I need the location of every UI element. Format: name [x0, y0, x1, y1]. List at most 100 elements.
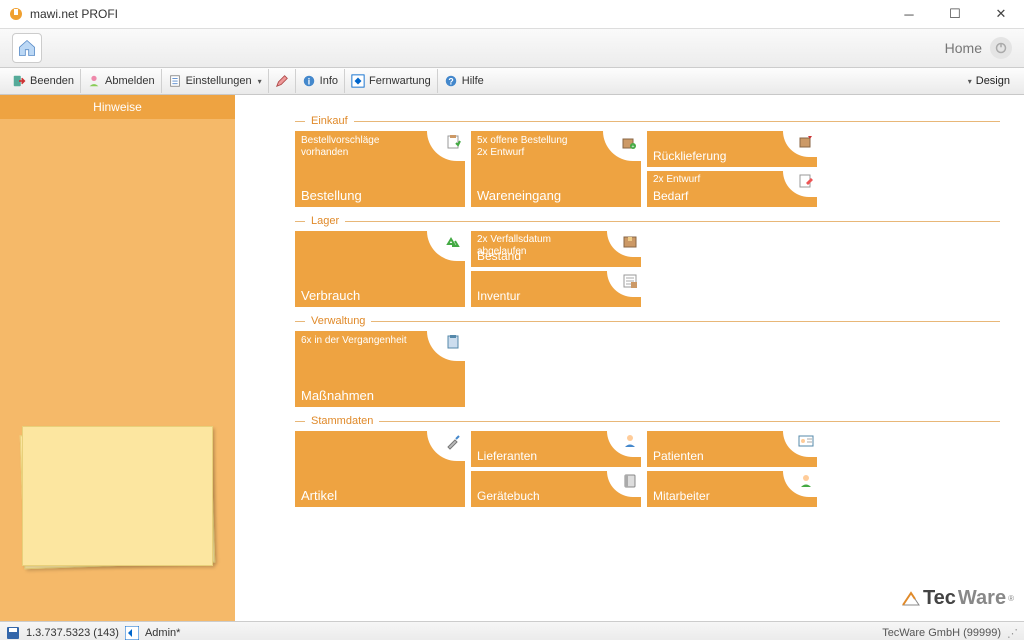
tecware-logo: TecWare®	[901, 587, 1014, 610]
toolbar: Beenden Abmelden Einstellungen ▾ i Info …	[0, 68, 1024, 95]
exit-icon	[12, 74, 26, 88]
tile-verbrauch[interactable]: Verbrauch	[295, 231, 465, 307]
tile-ruecklieferung[interactable]: Rücklieferung	[647, 131, 817, 167]
app-icon	[8, 6, 24, 22]
box-in-icon: +	[621, 134, 637, 150]
section-verwaltung: Verwaltung	[295, 315, 1000, 327]
tile-massnahmen-note: 6x in der Vergangenheit	[301, 335, 427, 347]
section-lager-label: Lager	[311, 215, 339, 227]
sidebar-header: Hinweise	[0, 95, 235, 119]
info-label: Info	[320, 75, 338, 87]
edit-button[interactable]	[269, 69, 296, 93]
tile-artikel[interactable]: Artikel	[295, 431, 465, 507]
maximize-button[interactable]: ☐	[932, 0, 978, 28]
tecware-ware: Ware	[958, 587, 1006, 610]
close-button[interactable]: ✕	[978, 0, 1024, 28]
box-icon	[622, 233, 638, 249]
settings-icon	[168, 74, 182, 88]
fernwartung-label: Fernwartung	[369, 75, 431, 87]
tile-bestellung-note: Bestellvorschläge vorhanden	[301, 135, 427, 159]
tile-ruecklieferung-title: Rücklieferung	[653, 149, 726, 163]
fernwartung-button[interactable]: Fernwartung	[345, 69, 438, 93]
home-icon-button[interactable]	[12, 33, 42, 63]
sidebar-body	[0, 119, 235, 621]
info-button[interactable]: i Info	[296, 69, 345, 93]
user-icon	[87, 74, 101, 88]
status-right: TecWare GmbH (99999)	[882, 627, 1001, 639]
tile-geraetebuch[interactable]: Gerätebuch	[471, 471, 641, 507]
status-version: 1.3.737.5323 (143)	[26, 627, 119, 639]
main-content: Einkauf Bestellvorschläge vorhanden Best…	[235, 95, 1024, 621]
tile-bestand-title: Bestand	[477, 249, 521, 263]
help-icon: ?	[444, 74, 458, 88]
svg-text:?: ?	[448, 77, 453, 87]
tile-bedarf-title: Bedarf	[653, 189, 688, 203]
info-icon: i	[302, 74, 316, 88]
resize-grip-icon[interactable]: ⋰	[1007, 627, 1018, 640]
design-menu[interactable]: Design	[960, 73, 1018, 89]
clipboard-blue-icon	[445, 334, 461, 350]
statusbar: 1.3.737.5323 (143) Admin* TecWare GmbH (…	[0, 621, 1024, 640]
section-einkauf: Einkauf	[295, 115, 1000, 127]
supplier-icon	[622, 433, 638, 449]
list-box-icon	[622, 273, 638, 289]
chevron-down-icon: ▾	[258, 77, 262, 86]
tile-patienten-title: Patienten	[653, 449, 704, 463]
tile-mitarbeiter-title: Mitarbeiter	[653, 489, 710, 503]
remote-icon	[351, 74, 365, 88]
home-glyph-icon	[990, 37, 1012, 59]
svg-text:i: i	[307, 77, 309, 87]
tile-massnahmen-title: Maßnahmen	[301, 388, 374, 403]
tile-inventur[interactable]: Inventur	[471, 271, 641, 307]
tile-bestand[interactable]: 2x Verfallsdatum abgelaufen Bestand	[471, 231, 641, 267]
tile-bestellung-title: Bestellung	[301, 188, 362, 203]
section-stammdaten-label: Stammdaten	[311, 415, 373, 427]
tile-inventur-title: Inventur	[477, 289, 520, 303]
note-edit-icon	[798, 173, 814, 189]
tile-verbrauch-title: Verbrauch	[301, 288, 360, 303]
tile-wareneingang-note1: 5x offene Bestellung	[477, 135, 603, 147]
tecware-tec: Tec	[923, 587, 956, 610]
tile-bedarf[interactable]: 2x Entwurf Bedarf	[647, 171, 817, 207]
home-label[interactable]: Home	[945, 40, 982, 56]
tile-patienten[interactable]: Patienten	[647, 431, 817, 467]
status-remote-icon	[125, 626, 139, 640]
tile-wareneingang[interactable]: 5x offene Bestellung 2x Entwurf + Warene…	[471, 131, 641, 207]
tile-massnahmen[interactable]: 6x in der Vergangenheit Maßnahmen	[295, 331, 465, 407]
tile-geraetebuch-title: Gerätebuch	[477, 489, 540, 503]
design-label: Design	[976, 75, 1010, 87]
einstellungen-button[interactable]: Einstellungen ▾	[162, 69, 269, 93]
beenden-button[interactable]: Beenden	[6, 69, 81, 93]
sidebar: Hinweise	[0, 95, 235, 621]
abmelden-button[interactable]: Abmelden	[81, 69, 162, 93]
section-einkauf-label: Einkauf	[311, 115, 348, 127]
section-lager: Lager	[295, 215, 1000, 227]
abmelden-label: Abmelden	[105, 75, 155, 87]
status-user: Admin*	[145, 627, 180, 639]
minimize-button[interactable]: ─	[886, 0, 932, 28]
sticky-note[interactable]	[22, 426, 213, 566]
einstellungen-label: Einstellungen	[186, 75, 252, 87]
banner: Home	[0, 29, 1024, 68]
tile-mitarbeiter[interactable]: Mitarbeiter	[647, 471, 817, 507]
beenden-label: Beenden	[30, 75, 74, 87]
patient-card-icon	[798, 433, 814, 449]
hilfe-label: Hilfe	[462, 75, 484, 87]
clipboard-icon	[445, 134, 461, 150]
staff-icon	[798, 473, 814, 489]
window-title: mawi.net PROFI	[30, 7, 886, 21]
tile-artikel-title: Artikel	[301, 488, 337, 503]
section-stammdaten: Stammdaten	[295, 415, 1000, 427]
tile-wareneingang-note2: 2x Entwurf	[477, 147, 603, 159]
titlebar: mawi.net PROFI ─ ☐ ✕	[0, 0, 1024, 29]
box-return-icon	[798, 133, 814, 149]
recycle-icon	[445, 234, 461, 250]
syringe-icon	[445, 434, 461, 450]
tile-lieferanten[interactable]: Lieferanten	[471, 431, 641, 467]
section-verwaltung-label: Verwaltung	[311, 315, 365, 327]
svg-text:+: +	[632, 144, 635, 150]
tile-wareneingang-title: Wareneingang	[477, 188, 561, 203]
hilfe-button[interactable]: ? Hilfe	[438, 69, 490, 93]
tile-bestellung[interactable]: Bestellvorschläge vorhanden Bestellung	[295, 131, 465, 207]
pencil-icon	[275, 74, 289, 88]
